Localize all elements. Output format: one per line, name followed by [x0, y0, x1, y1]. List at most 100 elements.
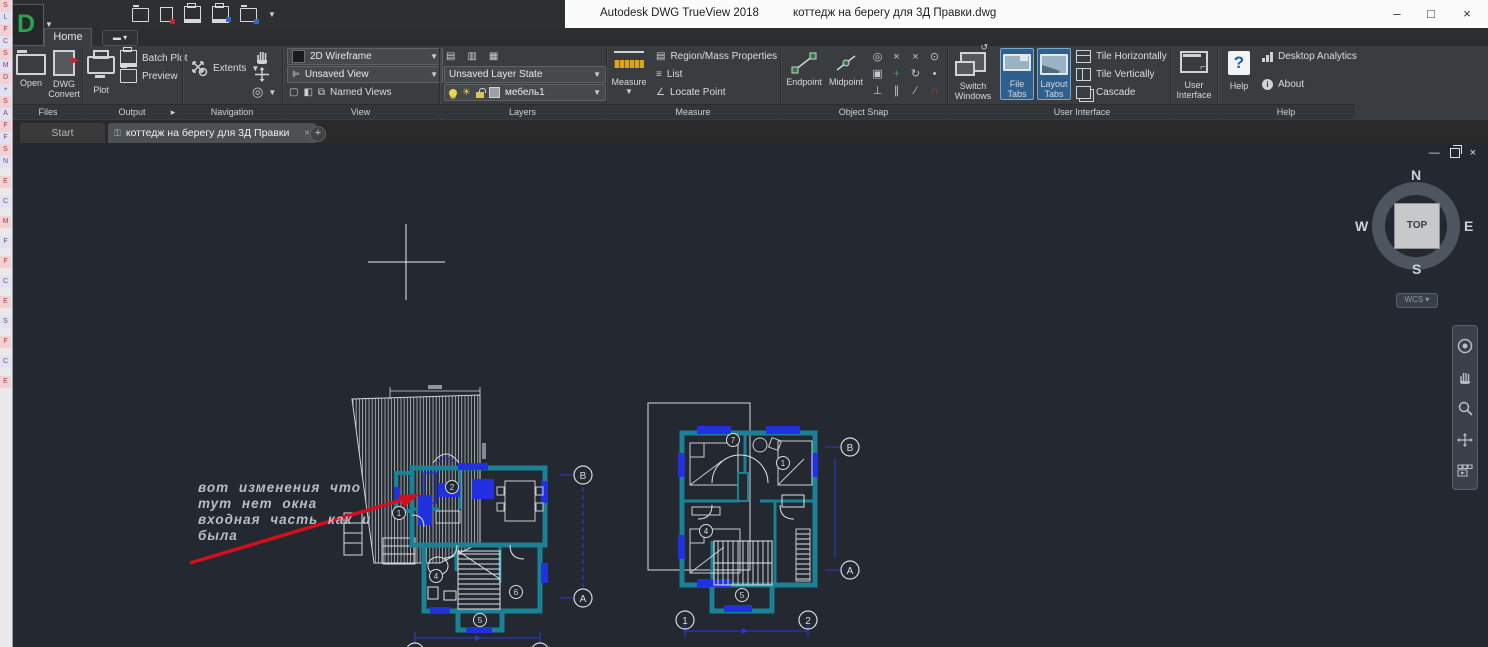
ribbon-options-button[interactable]: ▬ ▾ — [102, 30, 138, 46]
pan-tool-icon[interactable] — [1458, 371, 1472, 384]
viewcube-east[interactable]: E — [1464, 218, 1473, 234]
visual-style-caret-icon: ▼ — [430, 52, 438, 61]
region-mass-properties-button[interactable]: ▤ Region/Mass Properties — [656, 48, 777, 64]
svg-text:7: 7 — [731, 436, 736, 445]
application-button[interactable]: D — [8, 4, 44, 46]
layout-tabs-button[interactable]: Layout Tabs — [1037, 48, 1071, 100]
file-tabs-label: File Tabs — [1003, 79, 1031, 99]
viewcube-south[interactable]: S — [1412, 261, 1421, 277]
switch-windows-button[interactable]: Switch Windows — [951, 48, 995, 101]
qat-menu-caret-icon[interactable]: ▼ — [268, 10, 276, 19]
output-panel-label: Output — [82, 106, 182, 118]
wcs-menu[interactable]: WCS ▾ — [1396, 293, 1438, 308]
save-icon[interactable] — [240, 8, 257, 22]
layer-on-bulb-icon[interactable] — [449, 89, 457, 97]
viewcube-top-face[interactable]: TOP — [1394, 203, 1440, 249]
open-button[interactable]: Open — [16, 48, 46, 88]
drawing-canvas[interactable]: B A 1 2 1 2 4 5 6 — [0, 143, 1488, 647]
user-interface-button[interactable]: User Interface — [1174, 48, 1214, 100]
osnap-insertion-icon[interactable]: ▣ — [868, 66, 887, 83]
plot-icon[interactable] — [184, 6, 201, 23]
layer-properties-icon[interactable]: ▤ — [446, 51, 455, 62]
drawing-restore-icon[interactable] — [1450, 148, 1460, 158]
osnap-node-icon[interactable]: × — [887, 49, 906, 66]
desktop-analytics-button[interactable]: Desktop Analytics — [1262, 48, 1357, 64]
view-state-dropdown[interactable]: ⊫ Unsaved View ▼ — [287, 66, 443, 83]
window-title: Autodesk DWG TrueView 2018коттедж на бер… — [600, 7, 996, 19]
orbit-tool-icon[interactable] — [1457, 433, 1473, 447]
titlebar-dark-area — [0, 0, 565, 28]
osnap-grid: ◎××⊙▣+↻•⊥∥∕∩ — [868, 49, 946, 100]
endpoint-button[interactable]: Endpoint — [784, 48, 824, 87]
close-button[interactable]: × — [1452, 4, 1482, 24]
plot-button[interactable]: Plot — [86, 48, 116, 95]
tile-vertically-button[interactable]: Tile Vertically — [1076, 66, 1155, 82]
background-row-tile: S — [0, 48, 11, 60]
list-button[interactable]: ≡ List — [656, 66, 682, 82]
document-tab[interactable]: ⚿ коттедж на берегу для 3Д Правки × — [108, 123, 316, 143]
osnap-none-icon[interactable]: × — [906, 49, 925, 66]
named-views-button[interactable]: ▢ ◧ ⧉ Named Views — [289, 84, 392, 100]
layer-state-icon[interactable]: ▥ — [467, 51, 476, 62]
viewcube-north[interactable]: N — [1411, 167, 1421, 183]
locate-point-button[interactable]: ∠ Locate Point — [656, 84, 726, 100]
osnap-panel-label: Object Snap — [780, 106, 947, 118]
visual-style-dropdown[interactable]: 2D Wireframe ▼ — [287, 48, 443, 65]
midpoint-button[interactable]: Midpoint — [826, 48, 866, 87]
osnap-perpendicular-icon[interactable]: ⊥ — [868, 83, 887, 100]
layer-isolate-icon[interactable]: ▦ — [489, 51, 498, 62]
batch-plot-icon[interactable] — [212, 6, 229, 23]
zoom-extents-button[interactable]: Extents ▼ — [190, 60, 259, 76]
osnap-center-icon[interactable]: ◎ — [868, 49, 887, 66]
measure-button[interactable]: Measure ▼ — [610, 48, 648, 97]
zoom-tool-icon[interactable] — [1458, 401, 1473, 416]
application-menu-caret-icon[interactable]: ▼ — [45, 20, 53, 29]
background-row-tile: M — [0, 60, 11, 72]
steering-wheel-caret-icon[interactable]: ▼ — [268, 88, 276, 97]
files-panel-label: Files — [14, 106, 82, 118]
dwg-convert-button[interactable]: DWG Convert — [48, 48, 80, 99]
drawing-content: B A 1 2 1 2 4 5 6 — [0, 143, 1488, 647]
osnap-intersection-icon[interactable]: + — [887, 66, 906, 83]
file-tabs-button[interactable]: File Tabs — [1000, 48, 1034, 100]
pan-3d-button[interactable] — [254, 66, 270, 82]
layer-freeze-sun-icon[interactable]: ☀ — [462, 87, 471, 98]
cascade-button[interactable]: Cascade — [1076, 84, 1135, 100]
drawing-minimize-icon[interactable]: — — [1429, 147, 1440, 159]
osnap-parallel-icon[interactable]: ∥ — [887, 83, 906, 100]
pan-button[interactable] — [254, 48, 270, 64]
osnap-rotate-icon[interactable]: ↻ — [906, 66, 925, 83]
help-button[interactable]: ? Help — [1224, 48, 1254, 91]
start-tab[interactable]: Start — [20, 123, 105, 143]
osnap-point-icon[interactable]: • — [925, 66, 944, 83]
layer-dropdown[interactable]: ☀ мебель1 ▼ — [444, 84, 606, 101]
preview-button[interactable]: Preview — [120, 68, 178, 84]
about-button[interactable]: i About — [1262, 76, 1304, 92]
layer-state-dropdown[interactable]: Unsaved Layer State ▼ — [444, 66, 606, 83]
layer-color-swatch[interactable] — [489, 87, 500, 98]
show-motion-icon[interactable] — [1457, 464, 1473, 477]
dwg-convert-icon[interactable] — [160, 7, 173, 22]
osnap-nearest-icon[interactable]: ∕ — [906, 83, 925, 100]
osnap-settings-icon[interactable]: ⊙ — [925, 49, 944, 66]
output-expander-icon[interactable]: ▸ — [168, 106, 178, 118]
layers-panel-label: Layers — [439, 106, 606, 118]
bubble-b: B — [580, 471, 587, 482]
steering-wheel-button[interactable]: ◎ ▼ — [252, 84, 276, 100]
osnap-magnet-icon[interactable]: ∩ — [925, 83, 944, 100]
new-tab-button[interactable]: + — [310, 126, 326, 142]
maximize-button[interactable]: □ — [1416, 4, 1446, 24]
background-row-tile: C — [0, 276, 11, 288]
full-navigation-wheel-icon[interactable] — [1457, 338, 1473, 354]
help-question-icon: ? — [1228, 51, 1250, 75]
viewcube-west[interactable]: W — [1355, 218, 1368, 234]
tile-horizontally-button[interactable]: Tile Horizontally — [1076, 48, 1167, 64]
ribbon-tab-home[interactable]: Home — [44, 28, 92, 47]
drawing-close-icon[interactable]: × — [1470, 147, 1476, 159]
open-icon[interactable] — [132, 8, 149, 22]
minimize-button[interactable]: – — [1382, 4, 1412, 24]
batch-plot-button[interactable]: Batch Plot — [120, 50, 188, 66]
background-row-tile: F — [0, 236, 11, 248]
layer-unlock-icon[interactable] — [476, 92, 484, 98]
cascade-label: Cascade — [1096, 87, 1135, 98]
